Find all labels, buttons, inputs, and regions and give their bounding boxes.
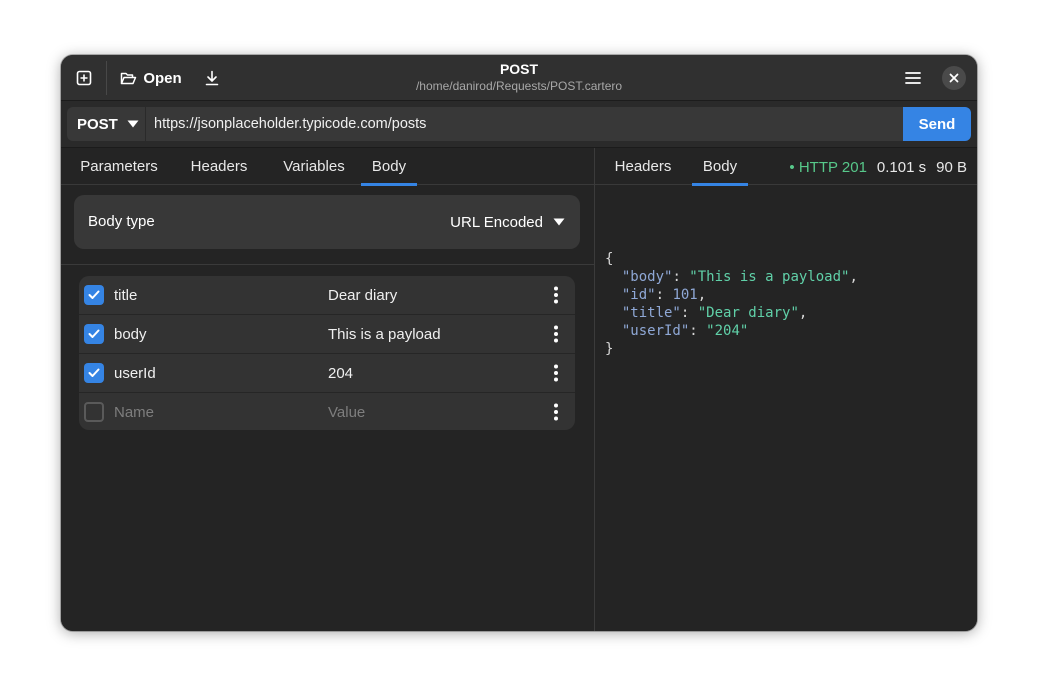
- field-menu-button[interactable]: [545, 284, 567, 306]
- close-window-button[interactable]: [942, 66, 966, 90]
- new-tab-icon: [76, 70, 92, 86]
- field-checkbox[interactable]: [84, 324, 104, 344]
- field-name[interactable]: body: [114, 315, 147, 354]
- request-pane: Parameters Headers Variables Body Body t…: [61, 148, 594, 631]
- tab-variables[interactable]: Variables: [269, 148, 359, 185]
- json-value: 101: [672, 287, 698, 303]
- tab-response-headers[interactable]: Headers: [607, 148, 679, 185]
- kebab-menu-icon: [554, 403, 558, 421]
- field-menu-button[interactable]: [545, 362, 567, 384]
- app-window: Open POST /home/danirod/Requests/POST.ca…: [61, 55, 977, 631]
- json-value: "This is a payload": [689, 269, 850, 285]
- field-checkbox[interactable]: [84, 285, 104, 305]
- chevron-down-icon: [127, 120, 139, 128]
- list-item: body This is a payload: [79, 315, 575, 354]
- body-type-dropdown[interactable]: URL Encoded: [450, 195, 565, 249]
- download-icon: [205, 70, 219, 86]
- new-field-row: Name Value: [79, 393, 575, 430]
- checkmark-icon: [88, 329, 100, 338]
- response-pane: Headers Body • HTTP 201 0.101 s 90 B { "…: [595, 148, 977, 631]
- url-input[interactable]: [146, 107, 903, 141]
- main-menu-button[interactable]: [899, 63, 927, 93]
- chevron-down-icon: [553, 218, 565, 226]
- body-type-label: Body type: [88, 213, 155, 230]
- body-fields-list: title Dear diary body This is a payload: [79, 276, 575, 430]
- json-value: "204": [706, 323, 749, 339]
- list-item: userId 204: [79, 354, 575, 393]
- json-key: "body": [621, 269, 673, 285]
- json-key: "id": [621, 287, 656, 303]
- close-icon: [949, 73, 959, 83]
- open-button[interactable]: Open: [117, 63, 185, 93]
- field-checkbox[interactable]: [84, 363, 104, 383]
- response-status: • HTTP 201 0.101 s 90 B: [789, 148, 967, 186]
- field-name[interactable]: userId: [114, 354, 156, 393]
- kebab-menu-icon: [554, 364, 558, 382]
- field-menu-button[interactable]: [545, 323, 567, 345]
- json-key: "title": [621, 305, 681, 321]
- method-dropdown[interactable]: POST: [67, 107, 145, 141]
- header-separator: [106, 61, 107, 95]
- send-button[interactable]: Send: [903, 107, 971, 141]
- response-tabs: Headers Body • HTTP 201 0.101 s 90 B: [595, 148, 977, 186]
- body-type-value: URL Encoded: [450, 213, 543, 231]
- body-type-row: Body type URL Encoded: [74, 195, 580, 249]
- response-size: 90 B: [936, 158, 967, 176]
- checkmark-icon: [88, 290, 100, 299]
- tab-parameters[interactable]: Parameters: [69, 148, 169, 185]
- response-body-viewer[interactable]: { "body": "This is a payload", "id": 101…: [605, 250, 858, 358]
- request-url-bar: POST Send: [61, 101, 977, 148]
- checkmark-icon: [88, 368, 100, 377]
- field-menu-button[interactable]: [545, 401, 567, 423]
- header-bar: Open POST /home/danirod/Requests/POST.ca…: [61, 55, 977, 101]
- tab-headers[interactable]: Headers: [179, 148, 259, 185]
- kebab-menu-icon: [554, 325, 558, 343]
- json-open-brace: {: [605, 251, 614, 267]
- response-time: 0.101 s: [876, 158, 927, 176]
- json-close-brace: }: [605, 341, 614, 357]
- new-request-button[interactable]: [70, 63, 98, 93]
- method-label: POST: [77, 115, 118, 133]
- hamburger-menu-icon: [905, 72, 921, 84]
- folder-open-icon: [121, 72, 137, 84]
- field-checkbox[interactable]: [84, 402, 104, 422]
- new-field-name[interactable]: Name: [114, 393, 154, 430]
- json-key: "userId": [621, 323, 690, 339]
- field-value[interactable]: 204: [328, 354, 353, 393]
- new-field-value[interactable]: Value: [328, 393, 365, 430]
- field-value[interactable]: Dear diary: [328, 276, 397, 315]
- tab-body[interactable]: Body: [361, 148, 417, 186]
- field-name[interactable]: title: [114, 276, 137, 315]
- kebab-menu-icon: [554, 286, 558, 304]
- json-value: "Dear diary": [697, 305, 799, 321]
- field-value[interactable]: This is a payload: [328, 315, 441, 354]
- open-button-label: Open: [143, 69, 182, 87]
- section-divider: [61, 264, 594, 265]
- list-item: title Dear diary: [79, 276, 575, 315]
- request-tabs: Parameters Headers Variables Body: [61, 148, 594, 186]
- tab-response-body[interactable]: Body: [692, 148, 748, 186]
- status-badge: • HTTP 201: [789, 158, 867, 176]
- save-button[interactable]: [198, 63, 226, 93]
